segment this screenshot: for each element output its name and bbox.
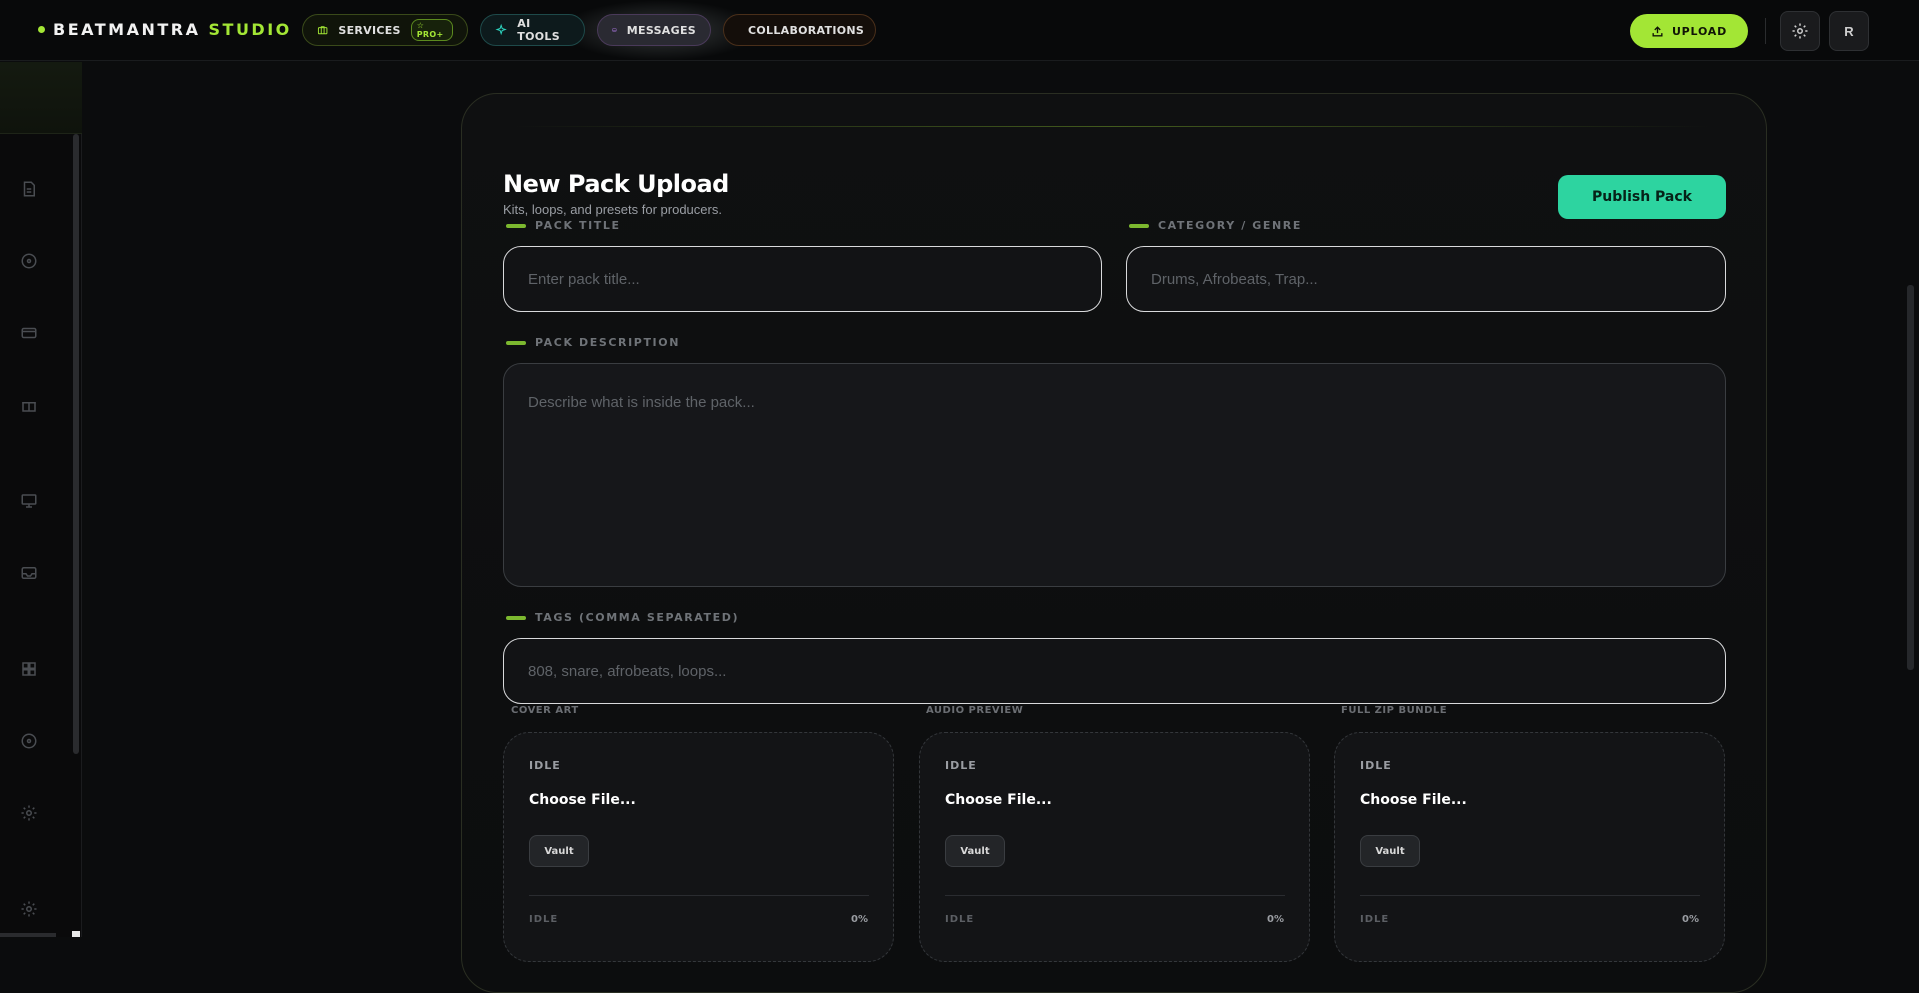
sidebar [0, 62, 82, 937]
label-accent-bar [506, 615, 526, 620]
choose-file-button[interactable]: Choose File... [529, 792, 636, 808]
card-accent-line [512, 126, 1712, 127]
pro-badge: ☆ PRO+ [410, 19, 453, 41]
nav-services-button[interactable]: SERVICES ☆ PRO+ [302, 14, 468, 46]
avatar-button[interactable]: R [1829, 11, 1869, 51]
upload-status: IDLE [529, 759, 561, 772]
upload-status: IDLE [1360, 759, 1392, 772]
progress-percent: 0% [1267, 914, 1284, 925]
upload-status: IDLE [945, 759, 977, 772]
page-title: New Pack Upload [503, 170, 729, 198]
progress-status: IDLE [1360, 914, 1390, 925]
nav-messages-button[interactable]: MESSAGES [597, 14, 711, 46]
nav-ai-tools-button[interactable]: AI TOOLS [480, 14, 585, 46]
header-divider [1765, 18, 1766, 44]
brand-logo[interactable]: BEATMANTRA STUDIO [38, 20, 292, 39]
page-subtitle: Kits, loops, and presets for producers. [503, 202, 722, 217]
zip-bundle-dropzone[interactable]: IDLE Choose File... Vault IDLE 0% [1334, 732, 1725, 962]
progress-status: IDLE [945, 914, 975, 925]
grid-icon[interactable] [20, 660, 38, 678]
document-icon[interactable] [20, 180, 38, 198]
disc-icon[interactable] [20, 252, 38, 270]
upload-icon [1652, 25, 1663, 37]
tags-input[interactable]: 808, snare, afrobeats, loops... [503, 638, 1726, 704]
nav-collaborations-label: COLLABORATIONS [748, 23, 865, 37]
nav-ai-tools-label: AI TOOLS [517, 17, 560, 43]
divider [945, 895, 1285, 896]
logo-dot-icon [38, 26, 45, 33]
sidebar-bottom-bar [0, 933, 56, 937]
avatar-initial: R [1844, 23, 1854, 39]
inbox-icon [612, 28, 617, 32]
divider [529, 895, 869, 896]
cover-art-label: COVER ART [511, 705, 579, 716]
vault-button[interactable]: Vault [1360, 835, 1420, 867]
choose-file-button[interactable]: Choose File... [1360, 792, 1467, 808]
brand-suffix: STUDIO [208, 20, 292, 39]
vault-button[interactable]: Vault [945, 835, 1005, 867]
pack-title-input[interactable]: Enter pack title... [503, 246, 1102, 312]
monitor-icon[interactable] [20, 492, 38, 510]
briefcase-icon [317, 26, 328, 35]
audio-preview-dropzone[interactable]: IDLE Choose File... Vault IDLE 0% [919, 732, 1310, 962]
pack-title-label: PACK TITLE [506, 219, 621, 232]
gear-icon[interactable] [20, 804, 38, 822]
tags-label: TAGS (COMMA SEPARATED) [506, 611, 739, 624]
publish-pack-button[interactable]: Publish Pack [1558, 175, 1726, 219]
main-scrollbar[interactable] [1907, 285, 1914, 670]
gear-icon[interactable] [20, 900, 38, 918]
top-bar: BEATMANTRA STUDIO SERVICES ☆ PRO+ AI TOO… [0, 0, 1919, 61]
audio-preview-label: AUDIO PREVIEW [926, 705, 1024, 716]
category-input[interactable]: Drums, Afrobeats, Trap... [1126, 246, 1726, 312]
vault-button[interactable]: Vault [529, 835, 589, 867]
nav-messages-label: MESSAGES [626, 23, 696, 37]
label-accent-bar [506, 223, 526, 228]
nav-collaborations-button[interactable]: COLLABORATIONS [723, 14, 876, 46]
upload-button[interactable]: UPLOAD [1630, 14, 1748, 48]
cover-art-dropzone[interactable]: IDLE Choose File... Vault IDLE 0% [503, 732, 894, 962]
choose-file-button[interactable]: Choose File... [945, 792, 1052, 808]
upload-label: UPLOAD [1671, 24, 1728, 38]
nav-services-label: SERVICES [338, 23, 401, 37]
zip-bundle-label: FULL ZIP BUNDLE [1341, 705, 1448, 716]
category-label: CATEGORY / GENRE [1129, 219, 1302, 232]
gift-icon[interactable] [20, 396, 38, 414]
inbox-icon[interactable] [20, 564, 38, 582]
progress-status: IDLE [529, 914, 559, 925]
brand-name: BEATMANTRA [53, 20, 201, 39]
card-icon[interactable] [20, 324, 38, 342]
description-label: PACK DESCRIPTION [506, 336, 680, 349]
sidebar-header [0, 62, 82, 134]
label-accent-bar [506, 340, 526, 345]
settings-button[interactable] [1780, 11, 1820, 51]
divider [1360, 895, 1700, 896]
disc-icon[interactable] [20, 732, 38, 750]
sidebar-corner-marker [72, 931, 80, 937]
description-textarea[interactable]: Describe what is inside the pack... [503, 363, 1726, 587]
label-accent-bar [1129, 223, 1149, 228]
sparkles-icon [495, 23, 507, 36]
progress-percent: 0% [851, 914, 868, 925]
gear-icon [1792, 23, 1808, 39]
sidebar-scrollbar[interactable] [73, 134, 79, 754]
progress-percent: 0% [1682, 914, 1699, 925]
